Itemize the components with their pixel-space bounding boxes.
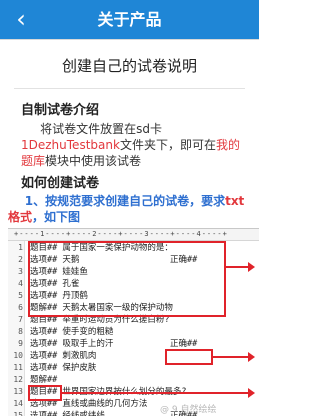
highlight-box-question	[28, 241, 226, 317]
intro-text-1: 将试卷文件放置在sd卡	[40, 122, 162, 136]
line-text: 选项## 经线或纬线	[30, 411, 105, 416]
line-text: 选项## 使手变的粗糙	[30, 327, 114, 337]
line-number: 15	[13, 411, 23, 416]
line-number: 6	[18, 303, 23, 312]
editor-line: 11 选项## 保护皮肤	[8, 362, 259, 374]
arrow-line-1	[224, 266, 250, 268]
line-number: 1	[18, 243, 23, 252]
highlight-box-answer	[165, 349, 213, 365]
line-number: 3	[18, 267, 23, 276]
line-number: 13	[13, 387, 23, 396]
line-number: 11	[13, 363, 23, 372]
line-number: 14	[13, 399, 23, 408]
line-number: 5	[18, 291, 23, 300]
line-number: 2	[18, 255, 23, 264]
editor-ruler: +----1----+----2----+----3----+----4----…	[8, 229, 259, 241]
line-number: 10	[13, 351, 23, 360]
line-text: 选项## 保护皮肤	[30, 363, 97, 373]
highlight-box-explanation	[28, 385, 62, 401]
intro-paragraph: 将试卷文件放置在sd卡1DezhuTestbank文件夹下，即可在我的题库模块中…	[21, 121, 249, 169]
step1-text: 1、按规范要求创建自己的试卷，要求txt格式，如下图	[8, 193, 251, 225]
document-title: 创建自己的试卷说明	[61, 57, 197, 75]
editor-line: 9 选项## 吸取手上的汗 正确##	[8, 338, 259, 350]
arrow-right-icon	[248, 262, 255, 272]
line-text: 选项## 刺激肌肉	[30, 351, 97, 361]
intro-heading: 自制试卷介绍	[21, 103, 100, 118]
watermark: @ 9 自然绘绘	[160, 405, 217, 415]
intro-text-2: 文件夹下，即可在	[119, 138, 216, 152]
line-number: 8	[18, 327, 23, 336]
title-divider	[14, 88, 245, 89]
app-header: ‹ 关于产品	[0, 0, 259, 39]
arrow-line-2	[211, 356, 249, 358]
create-heading: 如何创建试卷	[21, 176, 100, 191]
intro-path: 1DezhuTestbank	[21, 138, 120, 152]
intro-text-3: 模块中使用该试卷	[45, 154, 142, 168]
editor-line: 15 选项## 经线或纬线 正确##	[8, 410, 259, 416]
arrow-right-icon	[248, 352, 255, 362]
line-number: 9	[18, 339, 23, 348]
example-screenshot: +----1----+----2----+----3----+----4----…	[8, 228, 259, 416]
step1-main: 1、按规范要求创建自己的试卷，要求	[24, 194, 226, 208]
line-text: 选项## 吸取手上的汗	[30, 339, 114, 349]
arrow-right-icon	[248, 388, 255, 398]
line-number: 7	[18, 315, 23, 324]
line-number: 12	[13, 375, 23, 384]
step1-tail: ，如下图	[32, 210, 81, 224]
arrow-line-3	[60, 392, 248, 394]
editor-line: 8 选项## 使手变的粗糙	[8, 326, 259, 338]
page-title: 关于产品	[97, 10, 162, 29]
line-number: 4	[18, 279, 23, 288]
